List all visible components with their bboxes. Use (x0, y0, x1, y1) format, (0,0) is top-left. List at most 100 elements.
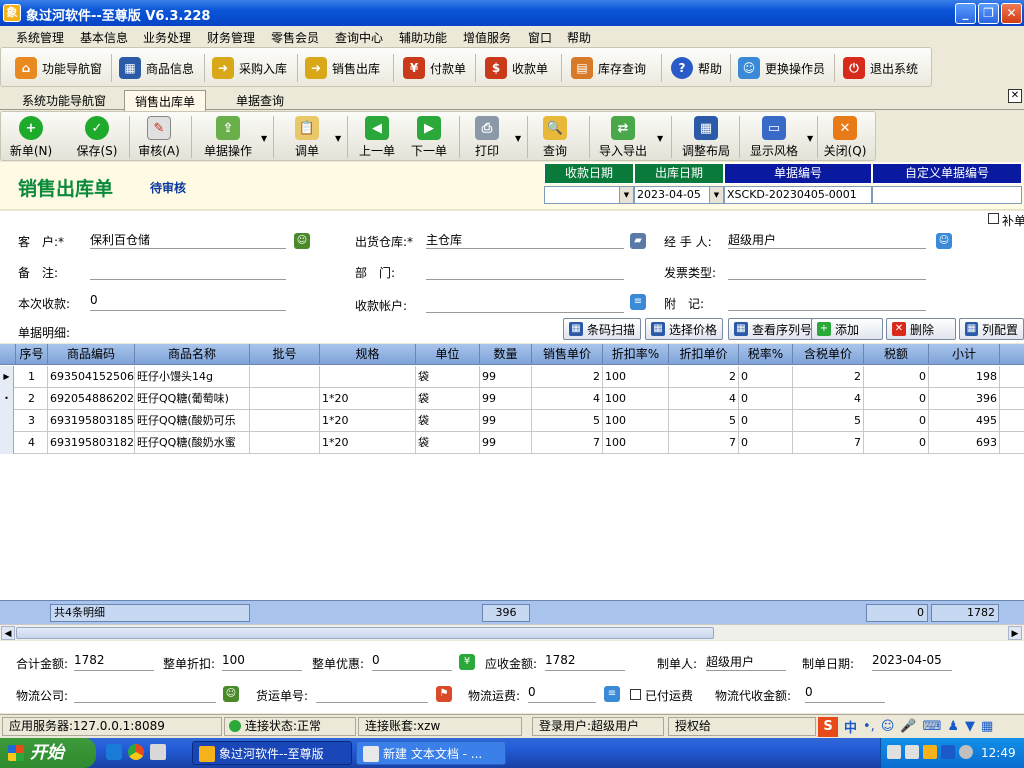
table-cell[interactable]: 1*20 (320, 388, 416, 410)
col-header[interactable]: 含税单价 (793, 344, 864, 365)
network-icon[interactable] (905, 745, 919, 759)
ime-bar[interactable]: S 中 •, ☺ 🎤 ⌨ ♟ ▼ ▦ (818, 716, 1024, 737)
menu-query[interactable]: 查询中心 (335, 29, 383, 46)
style-button[interactable]: ▭ 显示风格 (745, 116, 803, 160)
table-cell[interactable]: 1*20 (320, 432, 416, 454)
table-cell[interactable]: 100 (603, 366, 669, 388)
invoice-field[interactable] (728, 262, 926, 280)
close-window-button[interactable]: ✕ (1001, 3, 1022, 24)
table-cell[interactable] (250, 410, 320, 432)
col-header[interactable]: 折扣率% (603, 344, 669, 365)
table-cell[interactable]: 5 (793, 410, 864, 432)
ie-icon[interactable] (106, 744, 122, 760)
tab-nav[interactable]: 系统功能导航窗 (12, 90, 116, 110)
prev-button[interactable]: ◀ 上一单 (349, 116, 405, 160)
table-cell[interactable] (250, 388, 320, 410)
table-cell[interactable]: 0 (864, 410, 929, 432)
transfer-dropdown-icon[interactable]: ▼ (335, 134, 341, 143)
table-cell[interactable]: 5 (532, 410, 603, 432)
logistics-field[interactable] (74, 685, 216, 703)
tab-sales-out[interactable]: 销售出库单 (124, 90, 207, 111)
select-price-button[interactable]: ▦ 选择价格 (645, 318, 724, 340)
table-cell[interactable] (250, 366, 320, 388)
table-cell[interactable]: 0 (739, 410, 793, 432)
table-cell[interactable]: 7 (793, 432, 864, 454)
save-button[interactable]: ✓ 保存(S) (69, 116, 125, 160)
discount-field[interactable]: 100 (222, 653, 302, 671)
col-header[interactable]: 商品名称 (135, 344, 250, 365)
col-header[interactable]: 序号 (16, 344, 48, 365)
table-cell[interactable]: 1 (16, 366, 48, 388)
warehouse-picker-icon[interactable]: ▰ (630, 233, 646, 249)
scroll-thumb[interactable] (16, 627, 714, 639)
table-cell[interactable]: 0 (739, 432, 793, 454)
col-header[interactable]: 小计 (929, 344, 1000, 365)
table-cell[interactable]: 旺仔QQ糖(酸奶可乐 (135, 410, 250, 432)
chevron-down-icon[interactable]: ▼ (709, 187, 723, 203)
table-cell[interactable]: 0 (864, 366, 929, 388)
table-cell[interactable]: 99 (480, 366, 532, 388)
menu-window[interactable]: 窗口 (528, 29, 552, 46)
ime-tray-icon[interactable] (941, 745, 955, 759)
menu-auxiliary[interactable]: 辅助功能 (399, 29, 447, 46)
chevron-down-icon[interactable]: ▼ (619, 187, 633, 203)
table-cell[interactable]: 2 (669, 366, 739, 388)
table-row[interactable]: 4 6931958031829 旺仔QQ糖(酸奶水蜜 1*20 袋 99 7 100 7 0 7 0 6… (0, 432, 1024, 454)
row-indicator-icon[interactable]: • (0, 388, 14, 410)
notepad-icon[interactable] (150, 744, 166, 760)
row-indicator-icon[interactable]: ▶ (0, 366, 14, 388)
barcode-scan-button[interactable]: ▦ 条码扫描 (563, 318, 642, 340)
row-indicator-icon[interactable] (0, 432, 14, 454)
transfer-button[interactable]: 📋 调单 (279, 116, 335, 160)
warehouse-field[interactable]: 主仓库 (426, 231, 624, 249)
table-cell[interactable]: 99 (480, 388, 532, 410)
table-cell[interactable]: 旺仔QQ糖(酸奶水蜜 (135, 432, 250, 454)
table-cell[interactable] (250, 432, 320, 454)
paid-freight-checkbox[interactable] (630, 689, 641, 700)
remark-field[interactable] (90, 262, 286, 280)
doc-ops-button[interactable]: ⇪ 单据操作 (197, 116, 259, 160)
print-button[interactable]: ⎙ 打印 (459, 116, 515, 160)
taskbar-app-notepad[interactable]: 新建 文本文档 - ... (356, 741, 506, 765)
taskbar-app-xgh[interactable]: 象过河软件--至尊版 (192, 741, 352, 765)
quick-purchase-button[interactable]: ➜ 采购入库 (212, 54, 287, 82)
quick-sales-button[interactable]: ➜ 销售出库 (305, 54, 380, 82)
receipt-date-field[interactable]: ▼ (544, 186, 634, 204)
quick-goods-button[interactable]: ▦ 商品信息 (119, 54, 194, 82)
account-field[interactable] (426, 295, 624, 313)
table-cell[interactable]: 495 (929, 410, 1000, 432)
col-header[interactable]: 税额 (864, 344, 929, 365)
table-cell[interactable]: 99 (480, 432, 532, 454)
col-header[interactable]: 单位 (416, 344, 480, 365)
table-cell[interactable]: 7 (669, 432, 739, 454)
new-button[interactable]: + 新单(N) (3, 116, 59, 160)
col-header[interactable]: 税率% (739, 344, 793, 365)
table-row[interactable]: 3 6931958031850 旺仔QQ糖(酸奶可乐 1*20 袋 99 5 100 5 0 5 0 4… (0, 410, 1024, 432)
menu-basic-info[interactable]: 基本信息 (80, 29, 128, 46)
col-header[interactable]: 批号 (250, 344, 320, 365)
query-button[interactable]: 🔍 查询 (527, 116, 583, 160)
table-row[interactable]: • 2 6920548862028 旺仔QQ糖(葡萄味) 1*20 袋 99 4 100 4 0 4 0… (0, 388, 1024, 410)
table-cell[interactable]: 袋 (416, 366, 480, 388)
next-button[interactable]: ▶ 下一单 (401, 116, 457, 160)
table-cell[interactable]: 2 (793, 366, 864, 388)
customer-picker-icon[interactable]: ☺ (294, 233, 310, 249)
cod-field[interactable]: 0 (805, 685, 885, 703)
logistics-picker-icon[interactable]: ☺ (223, 686, 239, 702)
menu-system[interactable]: 系统管理 (16, 29, 64, 46)
table-cell[interactable]: 4 (532, 388, 603, 410)
handler-field[interactable]: 超级用户 (728, 231, 926, 249)
freight-field[interactable]: 0 (528, 685, 596, 703)
table-cell[interactable]: 4 (669, 388, 739, 410)
import-export-dropdown-icon[interactable]: ▼ (657, 134, 663, 143)
table-cell[interactable]: 0 (739, 388, 793, 410)
xgh-tray-icon[interactable] (923, 745, 937, 759)
table-cell[interactable] (320, 366, 416, 388)
col-header[interactable]: 销售单价 (532, 344, 603, 365)
table-cell[interactable]: 旺仔QQ糖(葡萄味) (135, 388, 250, 410)
quick-nav-button[interactable]: ⌂ 功能导航窗 (15, 54, 102, 82)
row-indicator-icon[interactable] (0, 410, 14, 432)
handler-picker-icon[interactable]: ☺ (936, 233, 952, 249)
note-field[interactable] (728, 293, 926, 311)
quick-payment-button[interactable]: ¥ 付款单 (403, 54, 466, 82)
